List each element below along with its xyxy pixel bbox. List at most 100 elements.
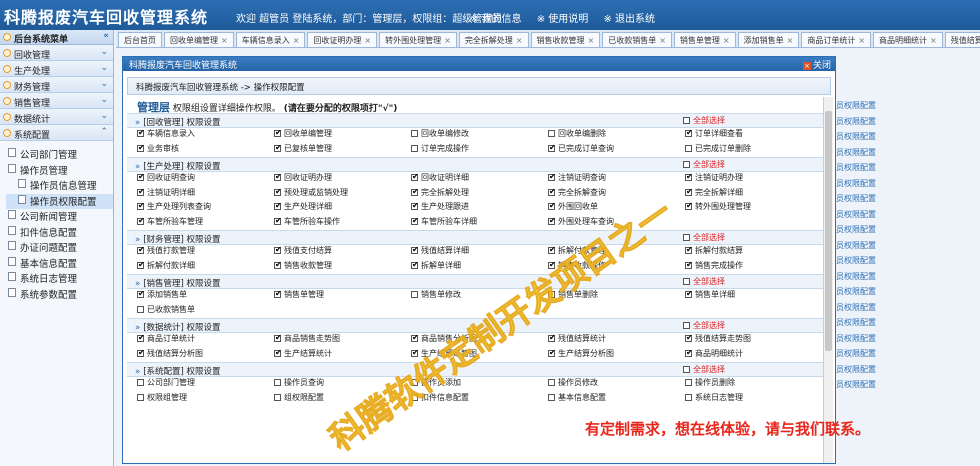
checkbox[interactable] bbox=[548, 172, 556, 181]
checkbox[interactable] bbox=[411, 291, 418, 298]
checkbox[interactable] bbox=[137, 143, 145, 152]
permission-item[interactable]: 拆解付款详细 bbox=[137, 260, 274, 275]
permission-item[interactable]: 订单详细查看 bbox=[685, 128, 822, 143]
permission-item[interactable]: 生产结算分析图 bbox=[548, 348, 685, 363]
select-all-checkbox[interactable]: 全部选择 bbox=[683, 276, 725, 287]
checkbox[interactable] bbox=[137, 393, 144, 401]
checkbox[interactable] bbox=[685, 260, 693, 269]
tab-2[interactable]: 车辆信息录入 × bbox=[235, 32, 306, 47]
checkbox[interactable] bbox=[683, 278, 690, 285]
tree-item-system-params[interactable]: 系统参数配置 bbox=[6, 287, 113, 303]
tab-7[interactable]: 已收款销售单 × bbox=[602, 32, 672, 47]
permission-item[interactable]: 销售单详细 bbox=[685, 289, 822, 304]
checkbox[interactable] bbox=[411, 216, 419, 225]
select-all-checkbox[interactable]: 全部选择 bbox=[683, 115, 725, 126]
checkbox[interactable] bbox=[137, 333, 145, 342]
checkbox[interactable] bbox=[274, 393, 281, 401]
checkbox[interactable] bbox=[274, 201, 282, 210]
tab-11[interactable]: 商品明细统计 × bbox=[873, 32, 943, 47]
checkbox[interactable] bbox=[411, 144, 418, 152]
permission-item[interactable]: 车辆信息录入 bbox=[137, 128, 274, 143]
tab-close-icon[interactable]: × bbox=[516, 36, 523, 45]
tree-item-system-log[interactable]: 系统日志管理 bbox=[6, 271, 113, 287]
checkbox[interactable] bbox=[411, 260, 419, 269]
checkbox[interactable] bbox=[685, 348, 693, 357]
permission-item[interactable]: 添加销售单 bbox=[137, 289, 274, 304]
permission-item[interactable]: 生产处理详细 bbox=[274, 201, 411, 216]
checkbox[interactable] bbox=[411, 130, 418, 137]
tree-item-operators[interactable]: 操作员管理 bbox=[6, 163, 113, 179]
checkbox[interactable] bbox=[137, 172, 145, 181]
checkbox[interactable] bbox=[685, 201, 693, 210]
menu-group-finance[interactable]: 财务管理 ⌄ bbox=[0, 77, 113, 93]
logout-link[interactable]: ※ 退出系统 bbox=[604, 14, 656, 25]
checkbox[interactable] bbox=[274, 379, 281, 386]
checkbox[interactable] bbox=[548, 393, 555, 401]
permission-item[interactable]: 残值结算分析图 bbox=[137, 348, 274, 363]
permission-item[interactable]: 系统日志管理 bbox=[685, 392, 822, 407]
tab-9[interactable]: 添加销售单 × bbox=[737, 32, 800, 47]
checkbox[interactable] bbox=[411, 333, 419, 342]
menu-group-statistics[interactable]: 数据统计 ⌄ bbox=[0, 109, 113, 125]
tab-0[interactable]: 后台首页 bbox=[118, 32, 162, 47]
permission-item[interactable]: 生产结算统计 bbox=[274, 348, 411, 363]
tab-close-icon[interactable]: × bbox=[293, 36, 300, 45]
permission-item[interactable]: 回收单编修改 bbox=[411, 128, 548, 143]
tree-item-certificate-issues[interactable]: 办证问题配置 bbox=[6, 240, 113, 256]
checkbox[interactable] bbox=[137, 260, 145, 269]
permission-item[interactable]: 业务审核 bbox=[137, 143, 274, 158]
checkbox[interactable] bbox=[137, 379, 144, 386]
checkbox[interactable] bbox=[685, 289, 693, 298]
tab-close-icon[interactable]: × bbox=[221, 36, 228, 45]
permission-item[interactable]: 公司部门管理 bbox=[137, 377, 274, 392]
tab-6[interactable]: 销售收款管理 × bbox=[530, 32, 601, 47]
checkbox[interactable] bbox=[137, 187, 145, 196]
checkbox[interactable] bbox=[411, 187, 419, 196]
checkbox[interactable] bbox=[548, 143, 556, 152]
checkbox[interactable] bbox=[274, 289, 282, 298]
permission-item[interactable]: 商品订单统计 bbox=[137, 333, 274, 348]
tab-close-icon[interactable]: × bbox=[930, 36, 937, 45]
checkbox[interactable] bbox=[685, 144, 692, 152]
permission-item[interactable]: 注销证明办理 bbox=[685, 172, 822, 187]
checkbox[interactable] bbox=[683, 161, 690, 168]
permission-item[interactable]: 完全拆解查询 bbox=[548, 187, 685, 202]
checkbox[interactable] bbox=[683, 322, 690, 329]
permission-item[interactable]: 权限组管理 bbox=[137, 392, 274, 407]
select-all-checkbox[interactable]: 全部选择 bbox=[683, 159, 725, 170]
tab-close-icon[interactable]: × bbox=[659, 36, 666, 45]
permission-item[interactable]: 生产处理跟进 bbox=[411, 201, 548, 216]
checkbox[interactable] bbox=[274, 143, 282, 152]
checkbox[interactable] bbox=[548, 187, 556, 196]
permission-item[interactable]: 完全拆解处理 bbox=[411, 187, 548, 202]
tab-12[interactable]: 残值结算统计× bbox=[944, 32, 980, 47]
permission-item[interactable]: 商品销售走势图 bbox=[274, 333, 411, 348]
tab-close-icon[interactable]: × bbox=[723, 36, 730, 45]
checkbox[interactable] bbox=[274, 333, 282, 342]
permission-item[interactable]: 操作员删除 bbox=[685, 377, 822, 392]
menu-group-system[interactable]: 系统配置 ⌃ bbox=[0, 125, 113, 141]
checkbox[interactable] bbox=[137, 128, 145, 137]
checkbox[interactable] bbox=[683, 117, 690, 124]
checkbox[interactable] bbox=[548, 216, 556, 225]
checkbox[interactable] bbox=[274, 187, 282, 196]
permission-item[interactable]: 订单完成操作 bbox=[411, 143, 548, 158]
permission-item[interactable]: 残值结算统计 bbox=[548, 333, 685, 348]
permission-item[interactable]: 回收单编删除 bbox=[548, 128, 685, 143]
tab-3[interactable]: 回收证明办理 × bbox=[307, 32, 378, 47]
checkbox[interactable] bbox=[274, 260, 282, 269]
my-info-link[interactable]: ※ 我的信息 bbox=[470, 14, 522, 25]
tab-close-icon[interactable]: × bbox=[858, 36, 865, 45]
scrollbar[interactable] bbox=[823, 97, 833, 463]
close-button[interactable]: × 关闭 bbox=[802, 58, 831, 71]
permission-item[interactable]: 销售单管理 bbox=[274, 289, 411, 304]
checkbox[interactable] bbox=[137, 348, 145, 357]
permission-item[interactable]: 转外围处理管理 bbox=[685, 201, 822, 216]
permission-item[interactable]: 车管所验车操作 bbox=[274, 216, 411, 231]
permission-item[interactable]: 生产处理列表查询 bbox=[137, 201, 274, 216]
permission-item[interactable]: 残值结算走势图 bbox=[685, 333, 822, 348]
checkbox[interactable] bbox=[685, 172, 693, 181]
permission-item[interactable]: 拆解付款结算 bbox=[685, 245, 822, 260]
tree-item-news[interactable]: 公司新闻管理 bbox=[6, 209, 113, 225]
permission-item[interactable]: 已收款销售单 bbox=[137, 304, 274, 319]
